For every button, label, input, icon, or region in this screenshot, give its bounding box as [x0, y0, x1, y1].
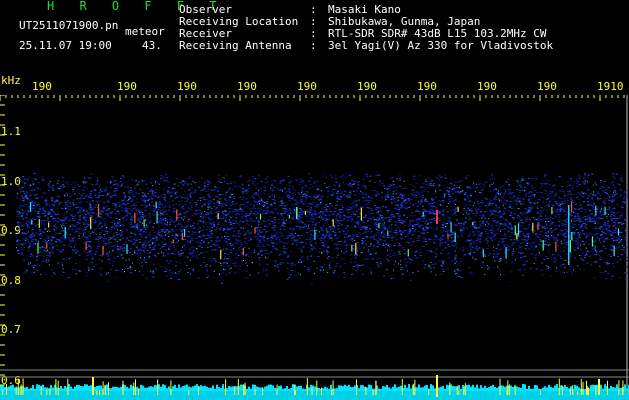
time-tick-label: 190 — [417, 80, 437, 93]
antenna-sep: : — [310, 39, 317, 52]
time-tick-label: 190 — [32, 80, 52, 93]
observation-kind: meteor — [125, 25, 165, 38]
antenna-value: 3el Yagi(V) Az 330 for Vladivostok — [328, 39, 554, 52]
noise-band — [16, 173, 628, 284]
file-name: UT2511071900.pn — [19, 19, 119, 32]
frequency-unit-label: kHz — [1, 74, 21, 87]
baseline-band — [0, 375, 629, 400]
date-time: 25.11.07 19:00 — [19, 39, 112, 52]
time-tick-label: 190 — [537, 80, 557, 93]
time-tick-label: 190 — [297, 80, 317, 93]
antenna-label: Receiving Antenna — [179, 39, 292, 52]
axis-ticks — [0, 95, 629, 400]
time-tick-label: 190 — [117, 80, 137, 93]
time-tick-label: 190 — [357, 80, 377, 93]
time-tick-label: 190 — [177, 80, 197, 93]
header-value: 43. — [142, 39, 162, 52]
spectrogram — [0, 95, 629, 400]
time-tick-label: 1910 — [597, 80, 624, 93]
time-tick-label: 190 — [477, 80, 497, 93]
time-tick-label: 190 — [237, 80, 257, 93]
